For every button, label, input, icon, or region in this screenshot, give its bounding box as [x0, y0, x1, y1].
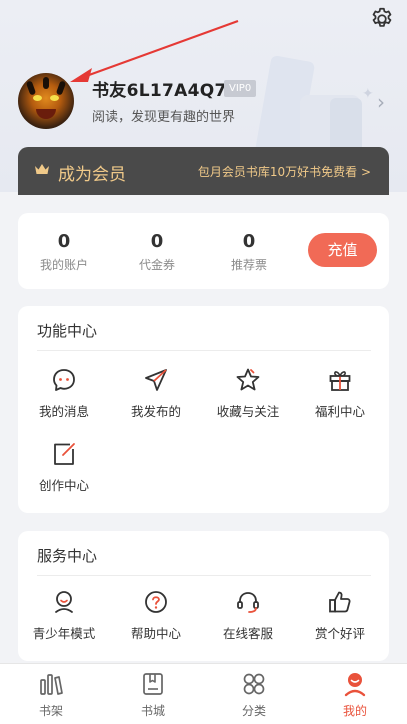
- function-my-messages[interactable]: 我的消息: [18, 366, 110, 420]
- account-stats-card: 0 我的账户 0 代金券 0 推荐票 充值: [18, 213, 389, 289]
- gift-icon: [329, 371, 351, 391]
- function-creation-center[interactable]: 创作中心: [18, 440, 110, 494]
- bookshelf-icon: [40, 674, 63, 695]
- edit-icon: [54, 443, 75, 465]
- recharge-button[interactable]: 充值: [308, 233, 377, 267]
- nav-profile[interactable]: 我的: [305, 670, 405, 719]
- help-icon: [145, 591, 167, 613]
- membership-promo-link[interactable]: 包月会员书库10万好书免费看 >: [198, 163, 371, 180]
- user-avatar[interactable]: [18, 73, 74, 129]
- message-icon: [53, 369, 75, 391]
- teen-mode-icon: [55, 591, 73, 613]
- stat-label: 代金券: [138, 258, 175, 272]
- profile-icon: [344, 673, 366, 697]
- chevron-right-icon[interactable]: ›: [377, 90, 385, 114]
- nav-label: 书架: [38, 704, 63, 718]
- nav-label: 分类: [241, 704, 266, 718]
- service-label: 帮助中心: [130, 626, 181, 641]
- stat-recommend-tickets[interactable]: 0 推荐票: [209, 231, 289, 273]
- membership-title: 成为会员: [58, 165, 126, 185]
- nav-bookshelf[interactable]: 书架: [1, 670, 101, 719]
- bookstore-icon: [143, 673, 163, 695]
- nav-label: 书城: [140, 704, 165, 718]
- profile-motto: 阅读，发现更有趣的世界: [92, 110, 236, 125]
- function-center-title: 功能中心: [37, 322, 98, 340]
- service-center-title: 服务中心: [37, 547, 98, 565]
- category-icon: [243, 673, 265, 695]
- bottom-navigation: 书架 书城 分类 我的: [0, 663, 407, 724]
- service-rate-app[interactable]: 赏个好评: [294, 588, 386, 642]
- stat-value: 0: [150, 231, 164, 252]
- function-favorites-follows[interactable]: 收藏与关注: [202, 366, 294, 420]
- thumbs-up-icon: [329, 591, 351, 613]
- function-welfare-center[interactable]: 福利中心: [294, 366, 386, 420]
- service-center-card: 服务中心 青少年模式 帮助中心 在线客服 赏个好评: [18, 531, 389, 661]
- service-teen-mode[interactable]: 青少年模式: [18, 588, 110, 642]
- stat-vouchers[interactable]: 0 代金券: [117, 231, 197, 273]
- decorative-sparkle-icon: ✦: [362, 86, 374, 102]
- function-label: 我发布的: [130, 404, 181, 419]
- nav-label: 我的: [342, 704, 367, 718]
- function-center-card: 功能中心 我的消息 我发布的 收藏与关注 福利中心 创作中心: [18, 306, 389, 513]
- divider: [37, 350, 371, 351]
- function-label: 收藏与关注: [216, 404, 280, 419]
- nav-bookstore[interactable]: 书城: [103, 670, 203, 719]
- function-label: 福利中心: [314, 404, 365, 419]
- crown-icon: [35, 164, 49, 174]
- stat-label: 我的账户: [39, 258, 88, 272]
- vip-level-badge: VIP0: [224, 80, 257, 97]
- service-label: 青少年模式: [32, 626, 96, 641]
- service-label: 在线客服: [222, 626, 273, 641]
- divider: [37, 575, 371, 576]
- headset-icon: [237, 592, 259, 613]
- service-label: 赏个好评: [314, 626, 365, 641]
- service-help-center[interactable]: 帮助中心: [110, 588, 202, 642]
- membership-banner[interactable]: 成为会员 包月会员书库10万好书免费看 >: [18, 147, 389, 195]
- stat-my-account[interactable]: 0 我的账户: [24, 231, 104, 273]
- star-icon: [236, 368, 260, 391]
- function-label: 创作中心: [38, 478, 89, 493]
- stat-value: 0: [57, 231, 71, 252]
- function-my-posts[interactable]: 我发布的: [110, 366, 202, 420]
- settings-gear-icon[interactable]: [369, 6, 395, 32]
- username[interactable]: 书友6L17A4Q7i: [92, 76, 233, 101]
- nav-category[interactable]: 分类: [204, 670, 304, 719]
- send-icon: [145, 369, 167, 391]
- service-online-support[interactable]: 在线客服: [202, 588, 294, 642]
- stat-label: 推荐票: [230, 258, 267, 272]
- function-label: 我的消息: [38, 404, 89, 419]
- stat-value: 0: [242, 231, 256, 252]
